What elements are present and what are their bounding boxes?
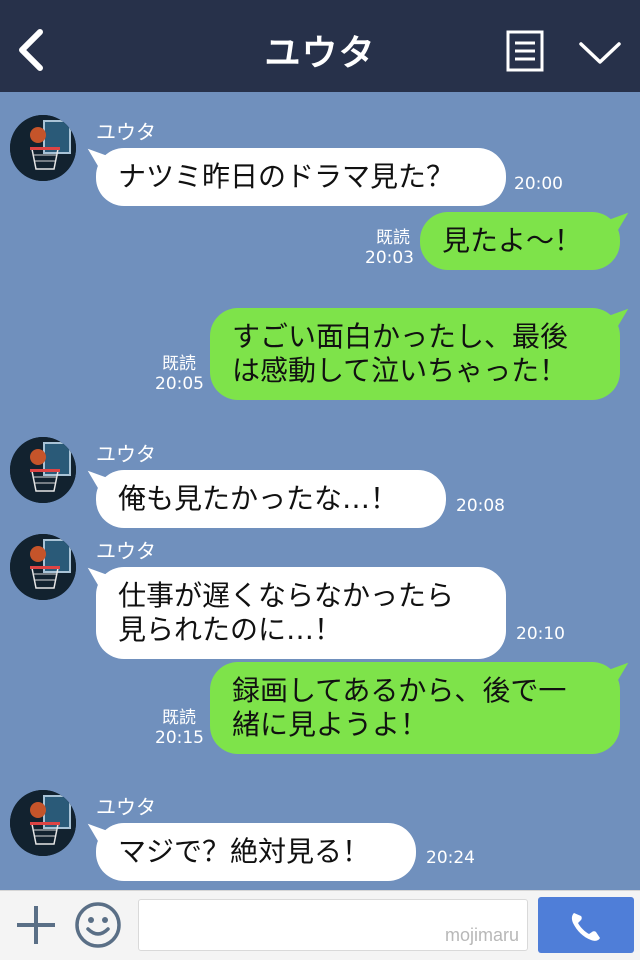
message-bubble[interactable]: 見たよ〜！ bbox=[420, 212, 620, 270]
avatar[interactable] bbox=[10, 115, 76, 181]
message-bubble[interactable]: マジで？絶対見る！ bbox=[96, 823, 416, 881]
read-receipt: 既読 bbox=[376, 228, 410, 248]
sender-name: ユウタ bbox=[96, 120, 156, 144]
call-button[interactable] bbox=[538, 897, 634, 953]
message-bubble[interactable]: ナツミ昨日のドラマ見た？ bbox=[96, 148, 506, 206]
basketball-hoop-icon bbox=[10, 115, 76, 181]
basketball-hoop-icon bbox=[10, 437, 76, 503]
message-input[interactable]: mojimaru bbox=[138, 899, 528, 951]
smile-icon[interactable] bbox=[74, 901, 122, 949]
message-time: 20:24 bbox=[426, 848, 475, 868]
message-time: 20:08 bbox=[456, 496, 505, 516]
sender-name: ユウタ bbox=[96, 442, 156, 466]
avatar[interactable] bbox=[10, 790, 76, 856]
phone-icon bbox=[571, 913, 600, 941]
basketball-hoop-icon bbox=[10, 534, 76, 600]
chat-title: ユウタ bbox=[264, 33, 376, 74]
message-bubble[interactable]: 録画してあるから、後で一 緒に見ようよ！ bbox=[210, 662, 620, 754]
message-bubble[interactable]: 仕事が遅くならなかったら 見られたのに…！ bbox=[96, 567, 506, 659]
menu-list-icon[interactable] bbox=[506, 30, 544, 72]
basketball-hoop-icon bbox=[10, 790, 76, 856]
input-bar: mojimaru bbox=[0, 890, 640, 960]
message-time: 20:03 bbox=[365, 248, 414, 268]
avatar[interactable] bbox=[10, 437, 76, 503]
plus-icon[interactable] bbox=[14, 903, 58, 947]
read-receipt: 既読 bbox=[162, 708, 196, 728]
chat-header: ユウタ bbox=[0, 0, 640, 92]
chevron-down-icon[interactable] bbox=[578, 38, 622, 68]
message-time: 20:00 bbox=[514, 174, 563, 194]
watermark-text: mojimaru bbox=[444, 925, 519, 945]
chat-area[interactable]: ユウタ ナツミ昨日のドラマ見た？ 20:00 既読 20:03 見たよ〜！ 既読… bbox=[0, 92, 640, 890]
message-time: 20:15 bbox=[155, 728, 204, 748]
read-receipt: 既読 bbox=[162, 354, 196, 374]
sender-name: ユウタ bbox=[96, 539, 156, 563]
avatar[interactable] bbox=[10, 534, 76, 600]
sender-name: ユウタ bbox=[96, 795, 156, 819]
message-time: 20:10 bbox=[516, 624, 565, 644]
message-time: 20:05 bbox=[155, 374, 204, 394]
message-bubble[interactable]: 俺も見たかったな…！ bbox=[96, 470, 446, 528]
message-bubble[interactable]: すごい面白かったし、最後 は感動して泣いちゃった！ bbox=[210, 308, 620, 400]
